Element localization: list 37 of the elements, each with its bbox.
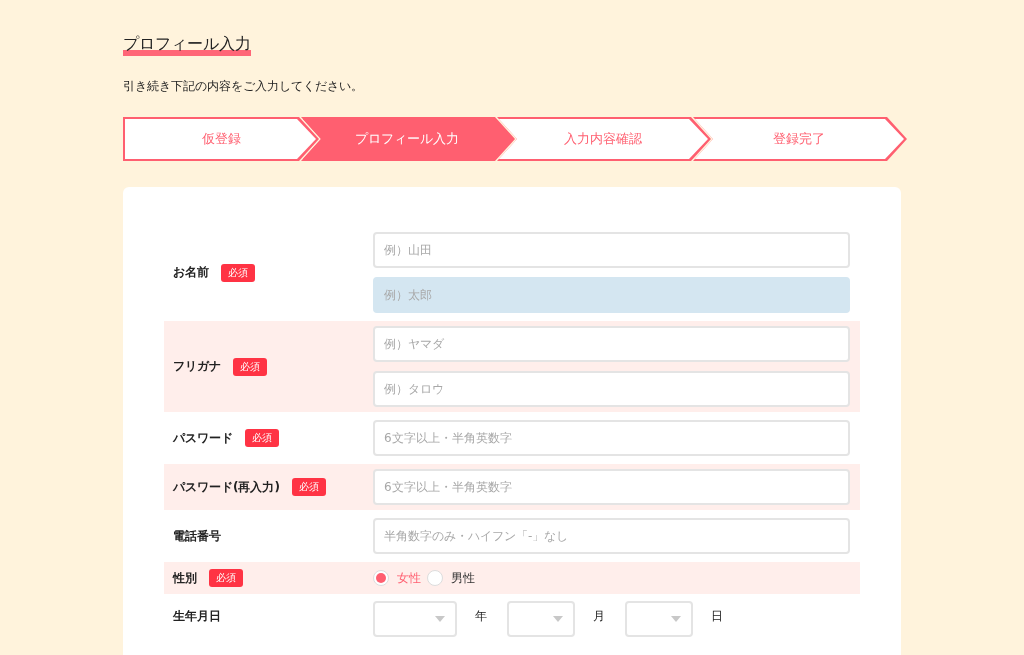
radio-icon — [373, 570, 389, 586]
field-label: 電話番号 — [173, 527, 221, 545]
dropdown-field[interactable] — [373, 601, 457, 637]
intro-text: 引き続き下記の内容をご入力してください。 — [123, 78, 364, 95]
required-badge: 必須 — [221, 263, 255, 282]
text-input-field[interactable]: 例）タロウ — [373, 371, 850, 407]
progress-step: 入力内容確認 — [497, 117, 711, 161]
field-label: パスワード(再入力) — [173, 478, 280, 496]
text-input-field[interactable]: 例）山田 — [373, 232, 850, 268]
dropdown-field[interactable] — [507, 601, 575, 637]
required-badge: 必須 — [209, 569, 243, 587]
field-label: お名前 — [173, 264, 209, 281]
caret-icon — [553, 616, 563, 622]
caret-icon — [435, 616, 445, 622]
progress-step: プロフィール入力 — [301, 117, 515, 161]
dropdown-field[interactable] — [625, 601, 693, 637]
text-input-field[interactable]: 6文字以上・半角英数字 — [373, 420, 850, 456]
field-label: パスワード — [173, 429, 233, 447]
text-input-field[interactable]: 半角数字のみ・ハイフン「-」なし — [373, 518, 850, 554]
radio-icon — [427, 570, 443, 586]
date-unit-label: 日 — [711, 607, 723, 625]
page-heading: プロフィール入力 — [123, 34, 251, 56]
field-label: 生年月日 — [173, 607, 221, 625]
text-input-field[interactable]: 6文字以上・半角英数字 — [373, 469, 850, 505]
radio-option[interactable]: 男性 — [427, 569, 475, 587]
required-badge: 必須 — [245, 429, 279, 447]
field-label: フリガナ — [173, 358, 221, 375]
text-input-field[interactable]: 例）太郎 — [373, 277, 850, 313]
caret-icon — [671, 616, 681, 622]
required-badge: 必須 — [291, 478, 326, 496]
progress-step: 仮登録 — [123, 117, 319, 161]
field-label: 性別 — [173, 569, 197, 587]
required-badge: 必須 — [233, 357, 267, 376]
date-unit-label: 月 — [593, 607, 605, 625]
text-input-field[interactable]: 例）ヤマダ — [373, 326, 850, 362]
date-unit-label: 年 — [475, 607, 487, 625]
progress-step: 登録完了 — [693, 117, 907, 161]
